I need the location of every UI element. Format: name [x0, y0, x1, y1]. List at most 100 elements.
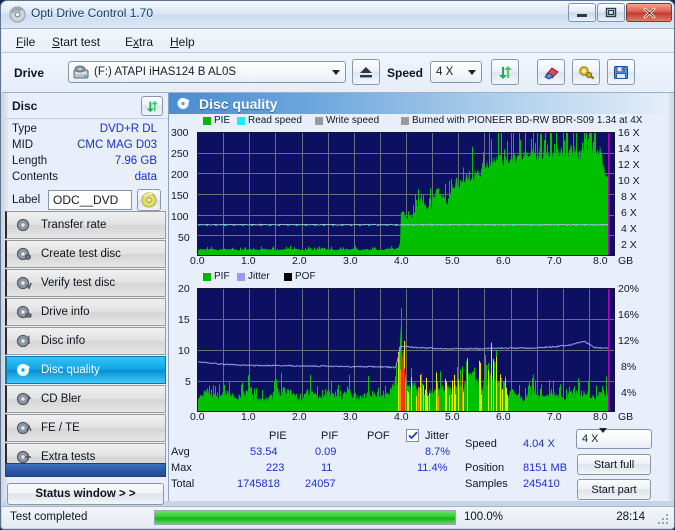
disc-quality-icon — [175, 96, 191, 112]
pie-y2tick: 4 X — [621, 223, 637, 235]
drive-chevron-down-icon[interactable] — [327, 63, 344, 81]
stats-max-jitter: 11.4% — [417, 462, 448, 474]
menu-item-file[interactable]: File — [10, 33, 41, 51]
stats-total-pie: 1745818 — [237, 478, 280, 490]
maximize-button[interactable] — [597, 3, 625, 22]
disc-info-value: 7.96 GB — [114, 155, 157, 167]
pie-xtick: 4.0 — [394, 255, 409, 267]
erase-button[interactable] — [537, 59, 565, 85]
pie-ytick: 250 — [171, 148, 189, 160]
pif-chart: 20 15 10 5 20% 16% 12% 8% 4% 0.0 1.0 2.0… — [169, 283, 668, 429]
pif-xtick: 8.0 — [593, 411, 608, 423]
eject-button[interactable] — [352, 59, 380, 85]
disc-fete-icon — [15, 420, 32, 437]
status-message: Test completed — [10, 511, 88, 523]
pie-ytick: 200 — [171, 169, 189, 181]
pif-xtick: 0.0 — [190, 411, 205, 423]
toolbar: Drive (F:) ATAPI iHAS124 B AL0S Speed 4 … — [2, 53, 674, 137]
jitter-checkbox[interactable] — [406, 429, 419, 442]
stats-max-pie: 223 — [266, 462, 285, 474]
pie-xtick: 2.0 — [292, 255, 307, 267]
stats-info-key-position: Position — [465, 462, 505, 474]
sidebar-item-disc-info[interactable]: Disc info — [5, 327, 166, 355]
stats-header-pif: PIF — [321, 430, 339, 442]
sidebar-item-disc-quality[interactable]: Disc quality — [5, 356, 166, 384]
disc-info-value: data — [134, 171, 157, 183]
drive-device-icon — [73, 65, 89, 80]
status-window-button[interactable]: Status window > > — [7, 483, 164, 505]
pif-ytick: 15 — [178, 314, 190, 326]
pif-xtick: 3.0 — [343, 411, 358, 423]
start-part-button[interactable]: Start part — [577, 479, 651, 500]
sidebar-item-cd-bler[interactable]: CD Bler — [5, 385, 166, 413]
window-title: Opti Drive Control 1.70 — [31, 6, 154, 20]
pif-xtick: 6.0 — [496, 411, 511, 423]
settings-button[interactable] — [572, 59, 600, 85]
disc-refresh-button[interactable] — [141, 96, 163, 116]
pif-xaxis-label: GB — [618, 411, 634, 423]
speed-chevron-down-icon[interactable] — [463, 63, 480, 81]
stats-row-label: Total — [171, 478, 195, 490]
sidebar-item-label: CD Bler — [41, 393, 82, 405]
stats-avg-pif: 0.09 — [315, 446, 337, 458]
stats-info-value-position: 8151 MB — [523, 462, 568, 474]
test-speed-value: 4 X — [582, 433, 599, 445]
pif-plot-area[interactable] — [197, 288, 615, 412]
pie-ytick: 300 — [171, 127, 189, 139]
pie-y2tick: 12 X — [618, 159, 640, 171]
pif-y2tick: 20% — [618, 283, 640, 295]
sidebar-item-label: Disc info — [41, 335, 86, 347]
disc-label-input[interactable] — [48, 190, 132, 210]
legend-entry-jitter: Jitter — [237, 271, 270, 282]
legend-entry-pof: POF — [284, 271, 316, 282]
menu-item-extra[interactable]: Extra — [119, 33, 159, 51]
disc-properties-button[interactable] — [137, 189, 161, 211]
disc-info-icon — [15, 333, 32, 350]
stats-info-value-speed: 4.04 X — [523, 438, 555, 450]
pie-xtick: 7.0 — [547, 255, 562, 267]
legend-label: POF — [295, 271, 316, 282]
sidebar-item-create-test-disc[interactable]: Create test disc — [5, 240, 166, 268]
test-speed-chevron-down-icon[interactable] — [598, 428, 607, 445]
sidebar-item-fe-te[interactable]: FE / TE — [5, 414, 166, 442]
resize-grip-icon[interactable] — [658, 513, 670, 525]
minimize-button[interactable] — [568, 3, 596, 22]
save-button[interactable] — [607, 59, 635, 85]
speed-select[interactable]: 4 X — [430, 61, 482, 83]
disc-info-row-mid: MID CMC MAG D03 — [2, 139, 169, 155]
pie-xtick: 8.0 — [593, 255, 608, 267]
disc-bler-icon — [15, 391, 32, 408]
test-speed-select[interactable]: 4 X — [576, 428, 652, 449]
speed-value: 4 X — [436, 66, 454, 78]
pif-chart-legend: PIF Jitter POF — [169, 271, 668, 283]
sidebar-item-transfer-rate[interactable]: Transfer rate — [5, 211, 166, 239]
pie-chart: 300 250 200 150 100 50 16 X 14 X 12 X 10… — [169, 127, 668, 267]
refresh-button[interactable] — [491, 59, 519, 85]
window-controls — [568, 3, 672, 22]
status-bar: Test completed 100.0% 28:14 — [2, 506, 674, 528]
stats-header-jitter: Jitter — [425, 430, 449, 442]
sidebar-item-label: Drive info — [41, 306, 90, 318]
status-window-label: Status window > > — [35, 488, 136, 500]
disc-info-value: CMC MAG D03 — [77, 139, 157, 151]
disc-label-row: Label — [2, 189, 169, 213]
pie-plot-area[interactable] — [197, 132, 615, 256]
legend-label: PIF — [214, 271, 230, 282]
legend-entry-pie: PIE — [203, 115, 230, 126]
stats-total-pif: 24057 — [305, 478, 336, 490]
sidebar-item-drive-info[interactable]: Drive info — [5, 298, 166, 326]
app-disc-icon — [9, 6, 26, 23]
sidebar-item-verify-test-disc[interactable]: Verify test disc — [5, 269, 166, 297]
menu-item-start-test[interactable]: Start test — [46, 33, 106, 51]
drive-select[interactable]: (F:) ATAPI iHAS124 B AL0S — [68, 61, 346, 83]
stats-info-key-samples: Samples — [465, 478, 508, 490]
start-full-button[interactable]: Start full — [577, 454, 651, 475]
menu-item-help[interactable]: Help — [164, 33, 201, 51]
content-scrollbar[interactable] — [668, 93, 674, 501]
drive-value: (F:) ATAPI iHAS124 B AL0S — [94, 66, 237, 78]
pif-xtick: 7.0 — [547, 411, 562, 423]
close-button[interactable] — [626, 3, 672, 22]
pie-xaxis-label: GB — [618, 255, 634, 267]
pif-xtick: 2.0 — [292, 411, 307, 423]
elapsed-time: 28:14 — [616, 511, 645, 523]
